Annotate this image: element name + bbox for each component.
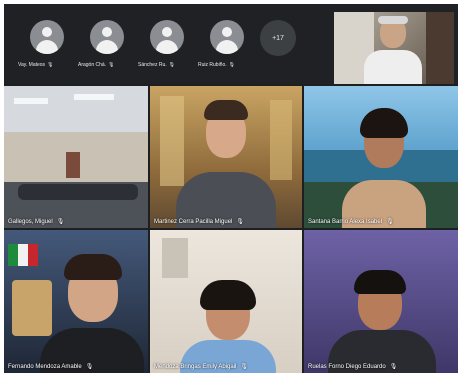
mic-off-icon: 🎙 — [108, 62, 115, 68]
mic-off-icon: 🎙 — [386, 219, 394, 225]
participant-name: Sánchez Ru. — [138, 62, 167, 68]
participant-video-tile[interactable]: Santana Barrio Alexa Isabel 🎙 — [304, 86, 458, 228]
participant-avatar-tile[interactable]: Vay. Mateos 🎙 — [18, 18, 74, 80]
mic-off-icon: 🎙 — [47, 62, 54, 68]
participant-avatar-tile[interactable]: Sánchez Ru. 🎙 — [138, 18, 194, 80]
participant-name: Aragón Chá. — [78, 62, 107, 68]
more-participants-button[interactable]: +17 — [260, 20, 296, 56]
participant-video-tile[interactable]: Fernando Mendoza Amable 🎙 — [4, 230, 148, 373]
participant-name: Gallegos, Miguel — [8, 219, 53, 225]
avatar — [30, 20, 64, 54]
mic-off-icon: 🎙 — [236, 219, 244, 225]
mic-off-icon: 🎙 — [389, 364, 398, 370]
participant-video-tile[interactable]: Martinez Cerra Pacilla Miguel 🎙 — [150, 86, 302, 228]
mic-off-icon: 🎙 — [240, 364, 248, 370]
participant-video-tile[interactable]: Mendoza Bringas Emily Abigail 🎙 — [150, 230, 302, 373]
mic-off-icon: 🎙 — [56, 219, 65, 225]
participant-name: Ruelas Forno Diego Eduardo — [308, 364, 386, 370]
participant-name: Ruiz Rubiño. — [198, 62, 227, 68]
mic-off-icon: 🎙 — [168, 62, 175, 68]
avatar — [90, 20, 124, 54]
participant-avatar-tile[interactable]: Aragón Chá. 🎙 — [78, 18, 134, 80]
participant-name: Fernando Mendoza Amable — [8, 364, 82, 370]
participant-name: Santana Barrio Alexa Isabel — [308, 219, 383, 225]
mic-off-icon: 🎙 — [228, 62, 235, 68]
participant-avatar-tile[interactable]: Ruiz Rubiño. 🎙 — [198, 18, 254, 80]
participant-name: Vay. Mateos — [18, 62, 46, 68]
mic-off-icon: 🎙 — [85, 364, 94, 370]
meeting-window: Vay. Mateos 🎙 Aragón Chá. 🎙 Sánchez Ru. 🎙 — [4, 4, 458, 373]
avatar — [210, 20, 244, 54]
participant-video-tile[interactable]: Ruelas Forno Diego Eduardo 🎙 — [304, 230, 458, 373]
participant-name: Martinez Cerra Pacilla Miguel — [154, 219, 233, 225]
self-view-video[interactable] — [334, 12, 454, 84]
avatar — [150, 20, 184, 54]
participant-video-tile[interactable]: Gallegos, Miguel 🎙 — [4, 86, 148, 228]
participant-name: Mendoza Bringas Emily Abigail — [154, 364, 237, 370]
participant-strip: Vay. Mateos 🎙 Aragón Chá. 🎙 Sánchez Ru. 🎙 — [4, 4, 458, 84]
